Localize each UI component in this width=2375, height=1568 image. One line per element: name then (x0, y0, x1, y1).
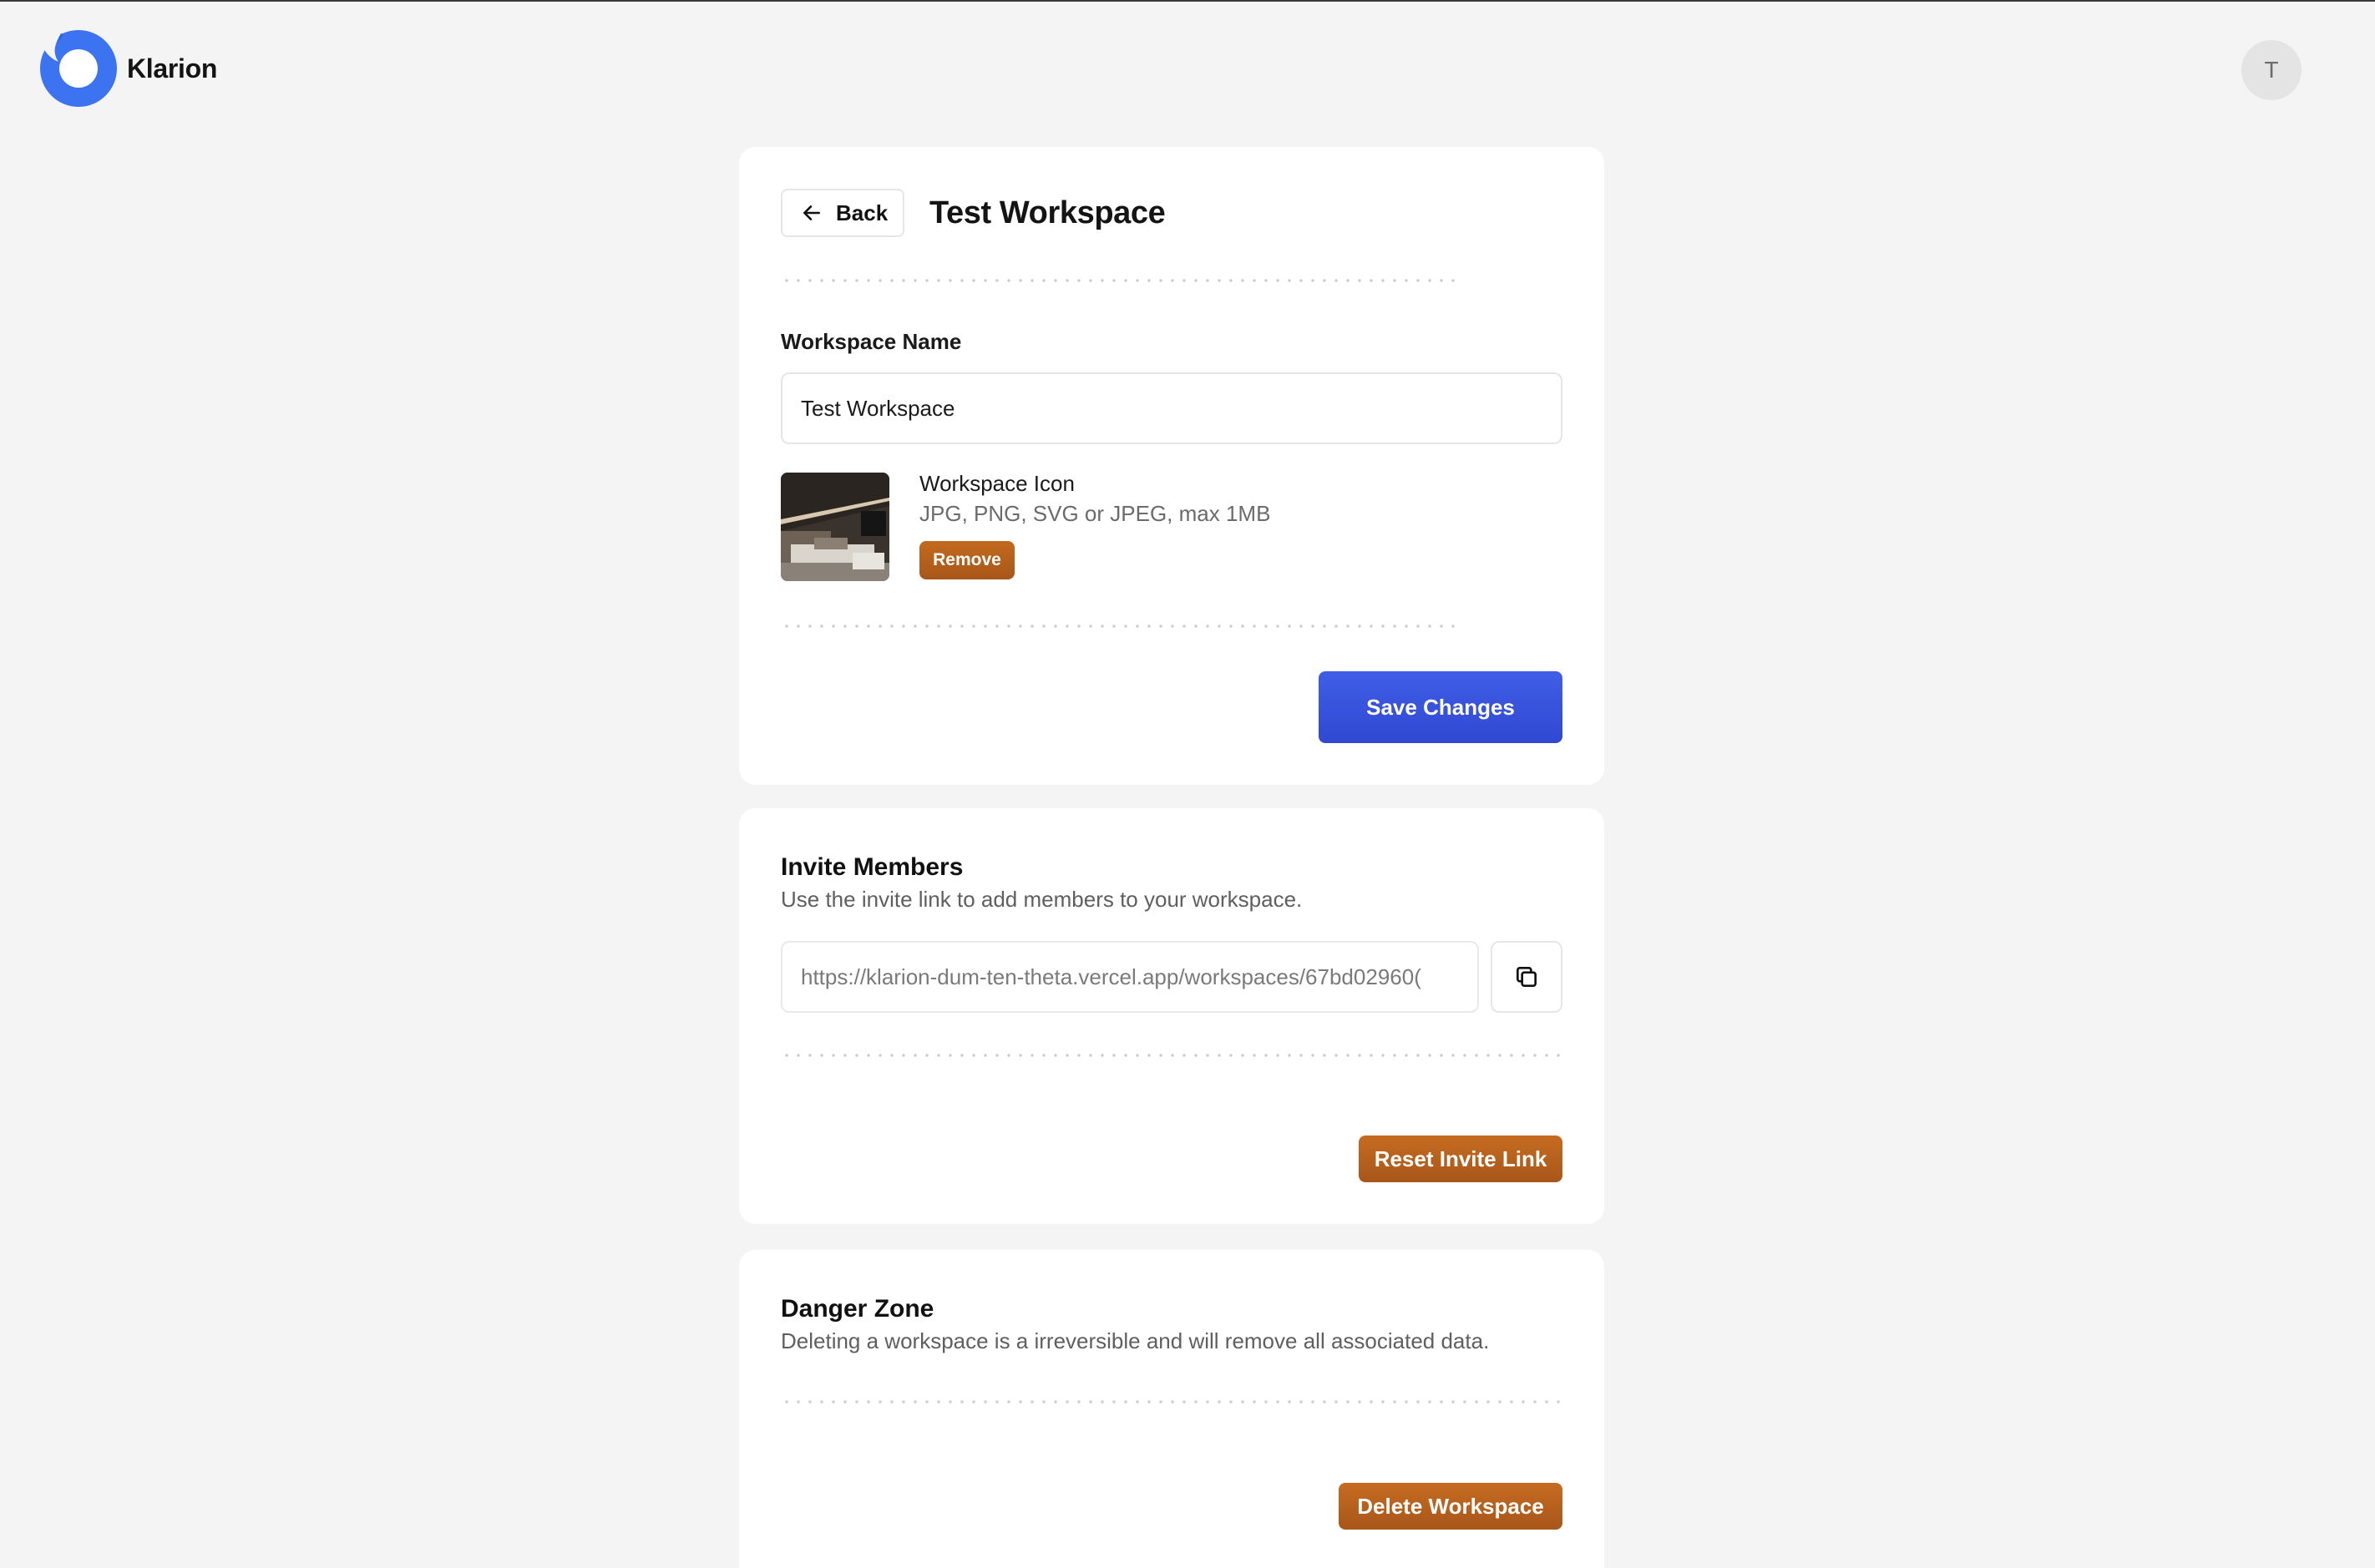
workspace-icon-image (781, 473, 889, 581)
divider (781, 625, 1462, 628)
reset-invite-link-button[interactable]: Reset Invite Link (1359, 1136, 1562, 1182)
danger-zone-description: Deleting a workspace is a irreversible a… (781, 1328, 1490, 1353)
workspace-name-input[interactable] (781, 372, 1562, 444)
app-name: Klarion (127, 53, 218, 83)
back-button[interactable]: Back (781, 189, 904, 237)
app-header: Klarion T (0, 2, 2375, 132)
klarion-logo-icon (40, 30, 117, 107)
workspace-icon-title: Workspace Icon (919, 471, 1075, 496)
danger-zone-title: Danger Zone (781, 1295, 934, 1323)
invite-members-description: Use the invite link to add members to yo… (781, 887, 1303, 912)
workspace-icon-hint: JPG, PNG, SVG or JPEG, max 1MB (919, 501, 1271, 526)
page-title: Test Workspace (929, 195, 1166, 230)
danger-zone-card: Danger Zone Deleting a workspace is a ir… (739, 1250, 1604, 1568)
divider (781, 1054, 1562, 1057)
save-changes-button[interactable]: Save Changes (1319, 671, 1562, 743)
invite-link-input[interactable] (781, 941, 1479, 1013)
workspace-name-label: Workspace Name (781, 329, 962, 354)
app-logo[interactable]: Klarion (37, 28, 217, 109)
remove-icon-button[interactable]: Remove (919, 541, 1015, 579)
back-button-label: Back (836, 200, 889, 225)
workspace-settings-card: Back Test Workspace Workspace Name Works… (739, 147, 1604, 785)
copy-icon (1517, 967, 1537, 987)
delete-workspace-button[interactable]: Delete Workspace (1339, 1483, 1562, 1530)
invite-members-title: Invite Members (781, 853, 964, 881)
divider (781, 279, 1462, 282)
copy-link-button[interactable] (1491, 941, 1562, 1013)
user-avatar[interactable]: T (2241, 40, 2302, 100)
arrow-left-icon (803, 205, 820, 220)
invite-members-card: Invite Members Use the invite link to ad… (739, 808, 1604, 1224)
divider (781, 1400, 1562, 1404)
